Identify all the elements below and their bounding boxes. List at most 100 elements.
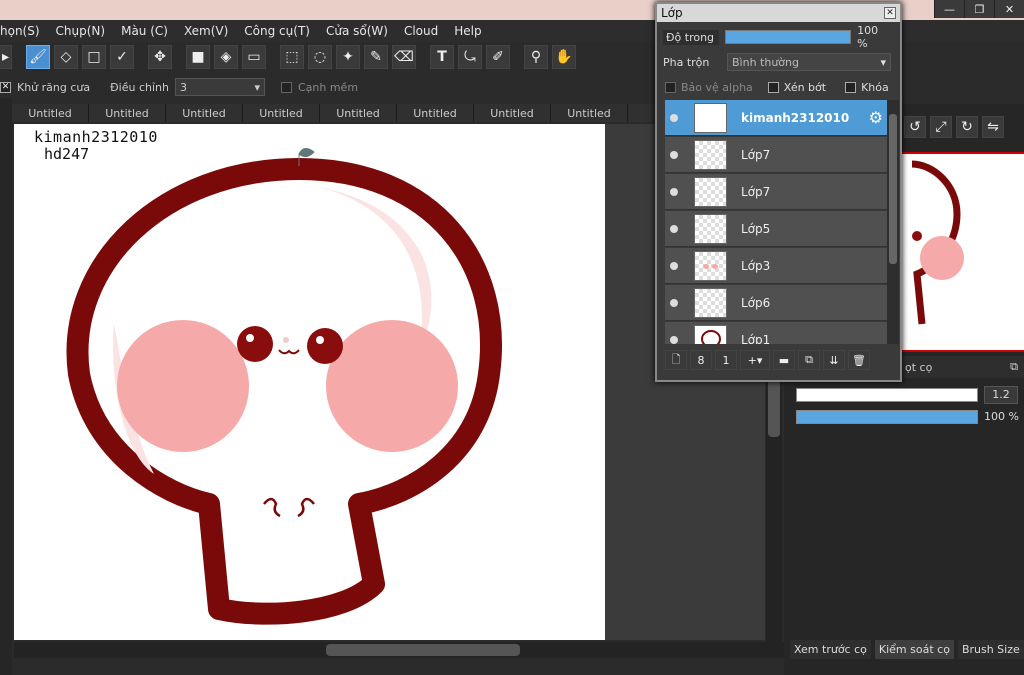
duplicate-icon[interactable]: ⧉ — [798, 350, 820, 370]
menu-color[interactable]: Màu (C) — [113, 24, 176, 38]
tab-untitled[interactable]: Untitled — [474, 104, 551, 122]
new-layer-1bit-icon[interactable]: 1 — [715, 350, 737, 370]
transform-icon[interactable]: ⤿ — [458, 45, 482, 69]
add-layer-menu-icon[interactable]: +▾ — [740, 350, 770, 370]
move-icon[interactable]: ✥ — [148, 45, 172, 69]
tab-brush-size[interactable]: Brush Size — [957, 640, 1024, 659]
lock-checkbox[interactable] — [845, 81, 857, 93]
check-icon[interactable]: ✓ — [110, 45, 134, 69]
adjust-value: 3 — [179, 80, 187, 94]
minimize-button[interactable]: — — [934, 0, 964, 18]
clip-checkbox[interactable] — [767, 81, 779, 93]
fill-rect-icon[interactable]: ■ — [186, 45, 210, 69]
menu-view[interactable]: Xem(V) — [176, 24, 236, 38]
flip-icon[interactable]: ⇋ — [982, 116, 1004, 138]
menu-window[interactable]: Cửa sổ(W) — [318, 24, 396, 38]
tab-untitled[interactable]: Untitled — [243, 104, 320, 122]
brush-size-value[interactable]: 1.2 — [984, 386, 1018, 404]
menu-cloud[interactable]: Cloud — [396, 24, 446, 38]
tab-untitled[interactable]: Untitled — [166, 104, 243, 122]
select-eraser-icon[interactable]: ⌫ — [392, 45, 416, 69]
close-button[interactable]: ✕ — [994, 0, 1024, 18]
horizontal-scroll-thumb[interactable] — [326, 644, 520, 656]
protect-alpha-checkbox[interactable] — [665, 81, 676, 93]
antialias-checkbox[interactable]: ✕ — [0, 81, 11, 93]
menu-capture[interactable]: Chụp(N) — [48, 24, 114, 38]
navigator-toolbar: ↺ ⤢ ↻ ⇋ — [904, 116, 1014, 142]
layer-row[interactable]: kimanh2312010 ⚙ — [665, 100, 887, 136]
visibility-icon[interactable] — [670, 113, 678, 122]
layer-row[interactable]: Lớp3 — [665, 248, 887, 284]
layer-window: Lớp ✕ Độ trong 100 % Pha trộn Bình thườn… — [655, 2, 902, 382]
merge-icon[interactable]: ⇊ — [823, 350, 845, 370]
folder-icon[interactable]: ▬ — [773, 350, 795, 370]
navigator-preview[interactable] — [902, 152, 1024, 352]
layer-thumbnail — [694, 139, 727, 170]
rotate-right-icon[interactable]: ↻ — [956, 116, 978, 138]
pen-icon[interactable]: ✐ — [486, 45, 510, 69]
blend-mode-select[interactable]: Bình thường ▾ — [727, 53, 891, 71]
layer-row[interactable]: Lớp7 — [665, 174, 887, 210]
select-lasso-icon[interactable]: ◌ — [308, 45, 332, 69]
brush-opacity-slider[interactable] — [796, 410, 978, 424]
soft-edge-checkbox[interactable] — [280, 81, 292, 93]
eraser-icon[interactable]: ◇ — [54, 45, 78, 69]
rotate-left-icon[interactable]: ↺ — [904, 116, 926, 138]
tab-brush-control[interactable]: Kiểm soát cọ — [874, 640, 954, 659]
brush-icon[interactable]: 🖌 — [26, 45, 50, 69]
text-icon[interactable]: T — [430, 45, 454, 69]
tab-brush-preview[interactable]: Xem trước cọ — [790, 640, 871, 659]
layer-window-titlebar[interactable]: Lớp ✕ — [657, 4, 900, 22]
layer-list-scroll-thumb[interactable] — [889, 114, 897, 264]
brush-opacity-value: 100 % — [984, 410, 1019, 423]
layer-row[interactable]: Lớp5 — [665, 211, 887, 247]
eyedropper-icon[interactable]: ⚲ — [524, 45, 548, 69]
layer-row[interactable]: Lớp7 — [665, 137, 887, 173]
opacity-label: Độ trong — [663, 29, 720, 45]
tab-untitled[interactable]: Untitled — [551, 104, 628, 122]
maximize-button[interactable]: ❐ — [964, 0, 994, 18]
pointer-icon[interactable]: ▸ — [0, 45, 12, 69]
close-icon[interactable]: ✕ — [884, 7, 896, 19]
menu-tools[interactable]: Công cụ(T) — [236, 24, 318, 38]
new-layer-8bit-icon[interactable]: 8 — [690, 350, 712, 370]
rect-icon[interactable]: □ — [82, 45, 106, 69]
visibility-icon[interactable] — [670, 261, 678, 270]
layer-row[interactable]: Lớp1 — [665, 322, 887, 344]
antialias-label: Khử răng cưa — [17, 80, 91, 94]
brush-control-partial-label: ọt cọ — [905, 360, 933, 374]
visibility-icon[interactable] — [670, 187, 678, 196]
gradient-icon[interactable]: ▭ — [242, 45, 266, 69]
layer-opacity-slider[interactable] — [725, 30, 852, 44]
layer-list-scrollbar[interactable] — [887, 100, 899, 344]
adjust-select[interactable]: 3 ▾ — [174, 78, 265, 96]
fit-icon[interactable]: ⤢ — [930, 116, 952, 138]
tab-untitled[interactable]: Untitled — [320, 104, 397, 122]
tab-untitled[interactable]: Untitled — [89, 104, 166, 122]
layer-row[interactable]: Lớp6 — [665, 285, 887, 321]
horizontal-scrollbar[interactable] — [14, 642, 784, 658]
layer-thumbnail — [694, 102, 727, 133]
menu-help[interactable]: Help — [446, 24, 489, 38]
visibility-icon[interactable] — [670, 224, 678, 233]
brush-size-slider[interactable] — [796, 388, 978, 402]
menu-select[interactable]: họn(S) — [0, 24, 48, 38]
select-pen-icon[interactable]: ✎ — [364, 45, 388, 69]
undock-icon[interactable]: ⧉ — [1010, 360, 1018, 374]
visibility-icon[interactable] — [670, 150, 678, 159]
visibility-icon[interactable] — [670, 298, 678, 307]
tab-untitled[interactable]: Untitled — [12, 104, 89, 122]
visibility-icon[interactable] — [670, 335, 678, 344]
layer-thumbnail — [694, 287, 727, 318]
magic-wand-icon[interactable]: ✦ — [336, 45, 360, 69]
chevron-down-icon: ▾ — [880, 55, 886, 69]
gear-icon[interactable]: ⚙ — [869, 108, 883, 127]
tab-untitled[interactable]: Untitled — [397, 104, 474, 122]
new-layer-icon[interactable]: 🗋 — [665, 350, 687, 370]
layer-thumbnail — [694, 213, 727, 244]
hand-icon[interactable]: ✋ — [552, 45, 576, 69]
trash-icon[interactable]: 🗑 — [848, 350, 870, 370]
select-rect-icon[interactable]: ⬚ — [280, 45, 304, 69]
drawing-canvas[interactable]: kimanh2312010 hd247 — [14, 124, 605, 640]
bucket-icon[interactable]: ◈ — [214, 45, 238, 69]
